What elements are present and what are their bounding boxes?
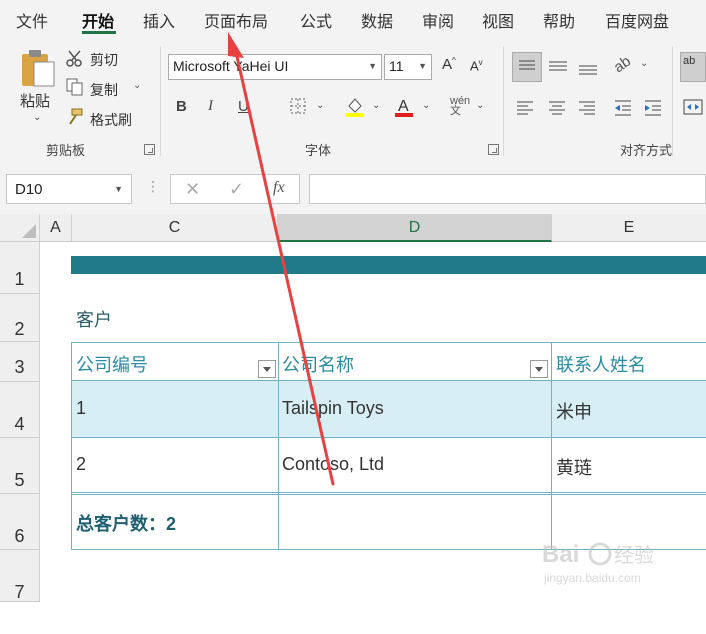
annotation-arrow [228,32,335,486]
svg-text:jingyan.baidu.com: jingyan.baidu.com [543,571,641,585]
svg-text:Bai: Bai [542,541,579,568]
svg-text:经验: 经验 [614,543,654,567]
watermark-logo: Bai 经验 jingyan.baidu.com [540,532,680,593]
